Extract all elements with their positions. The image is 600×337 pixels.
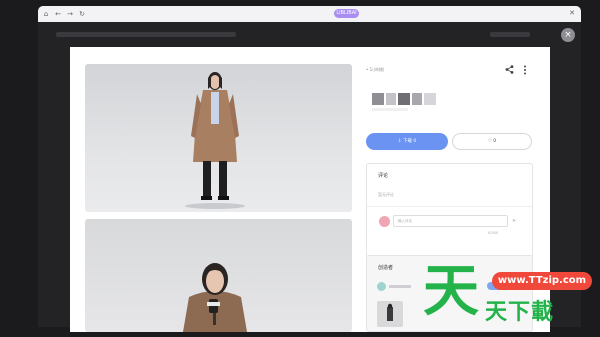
woman-in-coat-illustration [185,72,245,209]
comments-title: 评论 [378,173,389,179]
window-close-icon[interactable]: ✕ [567,8,577,18]
download-button[interactable]: ⇩ 下载 0 [366,133,448,150]
comment-char-counter: 0/300 [488,231,499,235]
creator-work-thumbnail[interactable] [377,301,403,327]
comments-empty-hint: 暂无评论 [378,192,394,197]
like-button[interactable]: ♡ 0 [452,133,532,150]
watermark-text: 天下載 [485,300,555,325]
back-icon[interactable]: ← [53,9,63,19]
woman-with-microphone-illustration [183,263,247,332]
refresh-icon[interactable]: ↻ [77,9,87,19]
user-avatar [379,216,390,227]
forward-icon[interactable]: → [65,9,75,19]
comment-input[interactable]: 输入评论 [393,215,508,227]
creator-avatar[interactable] [377,282,386,291]
post-time-label: • 1小时前 [366,67,385,72]
send-icon[interactable]: ➤ [512,218,516,224]
comments-divider [367,206,532,207]
comments-section: 评论 暂无评论 输入评论 ➤ 0/300 [366,163,533,260]
blurred-title [372,93,436,105]
background-header-blur-right [490,32,530,37]
home-icon[interactable]: ⌂ [41,9,51,19]
creator-name-blur [389,285,411,288]
watermark-logo-char: 天 [423,259,479,324]
share-icon[interactable] [505,65,514,74]
watermark-url-badge: www.TTzip.com [492,272,592,290]
browser-toolbar: ⌂ ← → ↻ LIBLIBAI ✕ [38,6,581,22]
more-options-icon[interactable] [522,65,528,75]
generated-image-1[interactable] [85,64,352,212]
background-header-blur [56,32,236,37]
generated-image-2[interactable] [85,219,352,332]
site-tab-pill[interactable]: LIBLIBAI [334,9,359,18]
creator-title: 创造者 [378,265,394,271]
blurred-subtitle [372,108,408,111]
modal-close-button[interactable]: × [561,28,575,42]
